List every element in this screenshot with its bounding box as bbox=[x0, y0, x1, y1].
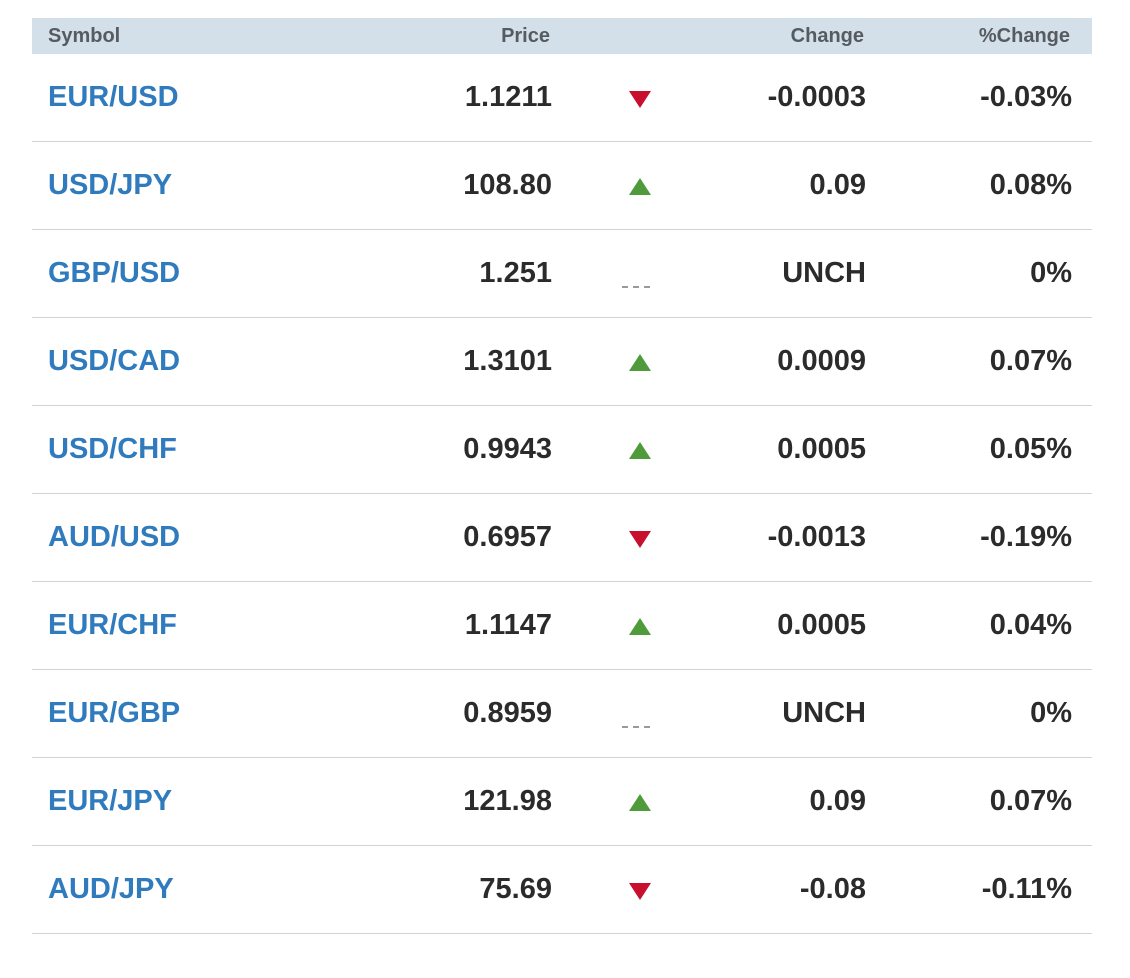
price-value: 0.9943 bbox=[463, 433, 552, 465]
change-value: 0.0005 bbox=[777, 609, 866, 641]
symbol-link[interactable]: GBP/USD bbox=[48, 258, 180, 288]
price-value: 1.1147 bbox=[464, 609, 552, 641]
symbol-link[interactable]: USD/JPY bbox=[48, 170, 172, 200]
pct-change-value: 0.05% bbox=[989, 433, 1072, 465]
pct-change-value: 0% bbox=[1030, 257, 1072, 289]
price-value: 1.1211 bbox=[464, 81, 552, 113]
unchanged-dash-icon bbox=[622, 286, 650, 288]
table-row: USD/JPY 108.80 0.09 0.08% bbox=[32, 142, 1092, 230]
table-row: USD/CHF 0.9943 0.0005 0.05% bbox=[32, 406, 1092, 494]
down-arrow-icon bbox=[629, 883, 651, 900]
header-symbol[interactable]: Symbol bbox=[48, 25, 120, 48]
change-value: UNCH bbox=[782, 257, 866, 289]
change-value: -0.0003 bbox=[767, 81, 866, 113]
symbol-link[interactable]: EUR/CHF bbox=[48, 610, 177, 640]
header-pct-change[interactable]: %Change bbox=[979, 25, 1070, 48]
table-row: USD/CAD 1.3101 0.0009 0.07% bbox=[32, 318, 1092, 406]
price-value: 0.6957 bbox=[463, 521, 552, 553]
pct-change-value: 0.08% bbox=[989, 169, 1072, 201]
symbol-link[interactable]: EUR/GBP bbox=[48, 698, 180, 728]
pct-change-value: 0% bbox=[1030, 697, 1072, 729]
change-value: 0.0009 bbox=[777, 345, 866, 377]
table-header: Symbol Price Change %Change bbox=[32, 18, 1092, 54]
symbol-link[interactable]: USD/CHF bbox=[48, 434, 177, 464]
price-value: 108.80 bbox=[463, 169, 552, 201]
table-row: EUR/USD 1.1211 -0.0003 -0.03% bbox=[32, 54, 1092, 142]
currency-quote-table: Symbol Price Change %Change EUR/USD 1.12… bbox=[32, 18, 1092, 934]
table-row: EUR/JPY 121.98 0.09 0.07% bbox=[32, 758, 1092, 846]
change-value: 0.09 bbox=[809, 785, 866, 817]
table-row: EUR/GBP 0.8959 UNCH 0% bbox=[32, 670, 1092, 758]
symbol-link[interactable]: AUD/JPY bbox=[48, 874, 174, 904]
table-row: EUR/CHF 1.1147 0.0005 0.04% bbox=[32, 582, 1092, 670]
symbol-link[interactable]: USD/CAD bbox=[48, 346, 180, 376]
down-arrow-icon bbox=[629, 531, 651, 548]
up-arrow-icon bbox=[629, 354, 651, 371]
pct-change-value: -0.19% bbox=[980, 521, 1072, 553]
symbol-link[interactable]: EUR/USD bbox=[48, 82, 179, 112]
down-arrow-icon bbox=[629, 91, 651, 108]
symbol-link[interactable]: EUR/JPY bbox=[48, 786, 172, 816]
header-change[interactable]: Change bbox=[791, 25, 864, 48]
unchanged-dash-icon bbox=[622, 726, 650, 728]
change-value: 0.09 bbox=[809, 169, 866, 201]
price-value: 1.3101 bbox=[463, 345, 552, 377]
pct-change-value: 0.07% bbox=[989, 785, 1072, 817]
pct-change-value: 0.07% bbox=[989, 345, 1072, 377]
price-value: 75.69 bbox=[479, 873, 552, 905]
table-row: GBP/USD 1.251 UNCH 0% bbox=[32, 230, 1092, 318]
header-price[interactable]: Price bbox=[501, 25, 550, 48]
table-row: AUD/JPY 75.69 -0.08 -0.11% bbox=[32, 846, 1092, 934]
price-value: 121.98 bbox=[463, 785, 552, 817]
price-value: 1.251 bbox=[479, 257, 552, 289]
up-arrow-icon bbox=[629, 442, 651, 459]
change-value: UNCH bbox=[782, 697, 866, 729]
change-value: -0.08 bbox=[799, 873, 866, 905]
change-value: 0.0005 bbox=[777, 433, 866, 465]
price-value: 0.8959 bbox=[463, 697, 552, 729]
up-arrow-icon bbox=[629, 618, 651, 635]
up-arrow-icon bbox=[629, 794, 651, 811]
table-row: AUD/USD 0.6957 -0.0013 -0.19% bbox=[32, 494, 1092, 582]
change-value: -0.0013 bbox=[767, 521, 866, 553]
pct-change-value: 0.04% bbox=[989, 609, 1072, 641]
pct-change-value: -0.03% bbox=[980, 81, 1072, 113]
symbol-link[interactable]: AUD/USD bbox=[48, 522, 180, 552]
pct-change-value: -0.11% bbox=[981, 873, 1072, 905]
up-arrow-icon bbox=[629, 178, 651, 195]
